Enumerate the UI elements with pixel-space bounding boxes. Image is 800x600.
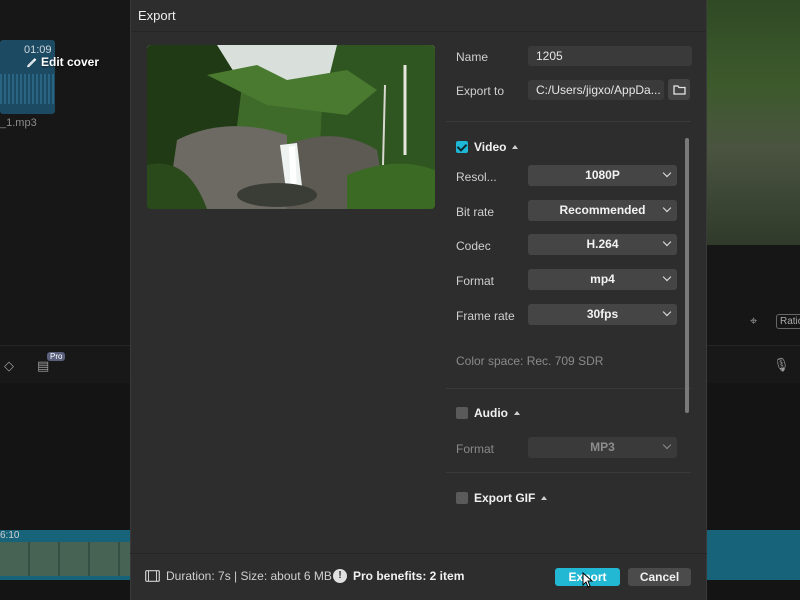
resolution-label: Resol... [456,170,497,184]
audio-section-toggle[interactable]: Audio [474,406,520,420]
player-preview [707,0,800,245]
film-icon [145,570,160,582]
export-info: Duration: 7s | Size: about 6 MB [145,569,332,583]
audio-format-value: MP3 [590,440,615,454]
browse-folder-button[interactable] [668,79,690,100]
codec-label: Codec [456,239,491,253]
caret-up-icon [512,145,519,149]
pro-badge: Pro [47,352,66,361]
chevron-down-icon [662,272,672,282]
gif-section-toggle[interactable]: Export GIF [474,491,548,505]
name-input[interactable]: 1205 [528,46,692,66]
gif-section-title: Export GIF [474,491,536,505]
chevron-down-icon [662,203,672,213]
cover-preview[interactable] [147,45,435,209]
bitrate-label: Bit rate [456,205,495,219]
color-space-text: Color space: Rec. 709 SDR [456,354,604,368]
edit-cover-label: Edit cover [41,55,100,69]
format-select[interactable]: mp4 [528,269,677,290]
codec-value: H.264 [586,237,619,251]
resolution-select[interactable]: 1080P [528,165,677,186]
framerate-label: Frame rate [456,309,515,323]
section-divider [446,388,691,389]
bitrate-value: Recommended [559,203,646,217]
footer-divider [130,553,707,554]
export-path-input[interactable]: C:/Users/jigxo/AppDa... [528,80,664,100]
export-to-label: Export to [456,84,505,98]
resolution-value: 1080P [585,168,620,182]
chevron-down-icon [662,440,672,450]
pro-benefits[interactable]: ! Pro benefits: 2 item [333,569,464,583]
caret-up-icon [514,411,520,415]
format-value: mp4 [590,272,615,286]
cancel-button[interactable]: Cancel [628,568,691,586]
format-label: Format [456,274,495,288]
caret-up-icon [541,496,548,500]
framerate-value: 30fps [586,307,619,321]
video-track-right [707,530,800,580]
dialog-title: Export [138,8,176,23]
bitrate-select[interactable]: Recommended [528,200,677,221]
chevron-down-icon [662,237,672,247]
section-divider [446,472,691,473]
audio-clip-name: _1.mp3 [0,117,37,129]
duration-size-text: Duration: 7s | Size: about 6 MB [166,569,332,583]
edit-icon [27,57,37,67]
video-checkbox[interactable] [456,141,468,153]
gif-checkbox[interactable] [456,492,468,504]
audio-format-label: Format [456,442,495,456]
video-section-title: Video [474,140,507,154]
settings-scrollbar[interactable] [685,138,689,413]
screenshot-icon: ⌖ [750,313,758,328]
edit-cover-button[interactable]: Edit cover [26,55,99,69]
timeline-timecode: 6:10 [0,530,20,541]
waterfall-image [147,45,435,209]
mouse-cursor-icon [582,572,593,588]
audio-section-title: Audio [474,406,508,420]
player-controls [707,245,800,345]
codec-select[interactable]: H.264 [528,234,677,255]
ratio-button: Ratio [776,314,800,329]
chevron-down-icon [662,307,672,317]
chevron-down-icon [662,168,672,178]
audio-format-select[interactable]: MP3 [528,437,677,458]
name-label: Name [456,50,489,64]
microphone-icon: 🎙︎ [773,357,790,372]
shield-icon: ◇ [4,358,14,373]
section-divider [446,121,691,122]
video-section-toggle[interactable]: Video [474,140,519,154]
pro-benefits-text: Pro benefits: 2 item [353,569,465,583]
framerate-select[interactable]: 30fps [528,304,677,325]
info-icon: ! [333,569,347,583]
title-divider [131,31,706,32]
folder-icon [672,85,686,95]
audio-checkbox[interactable] [456,407,468,419]
video-track [0,530,130,580]
